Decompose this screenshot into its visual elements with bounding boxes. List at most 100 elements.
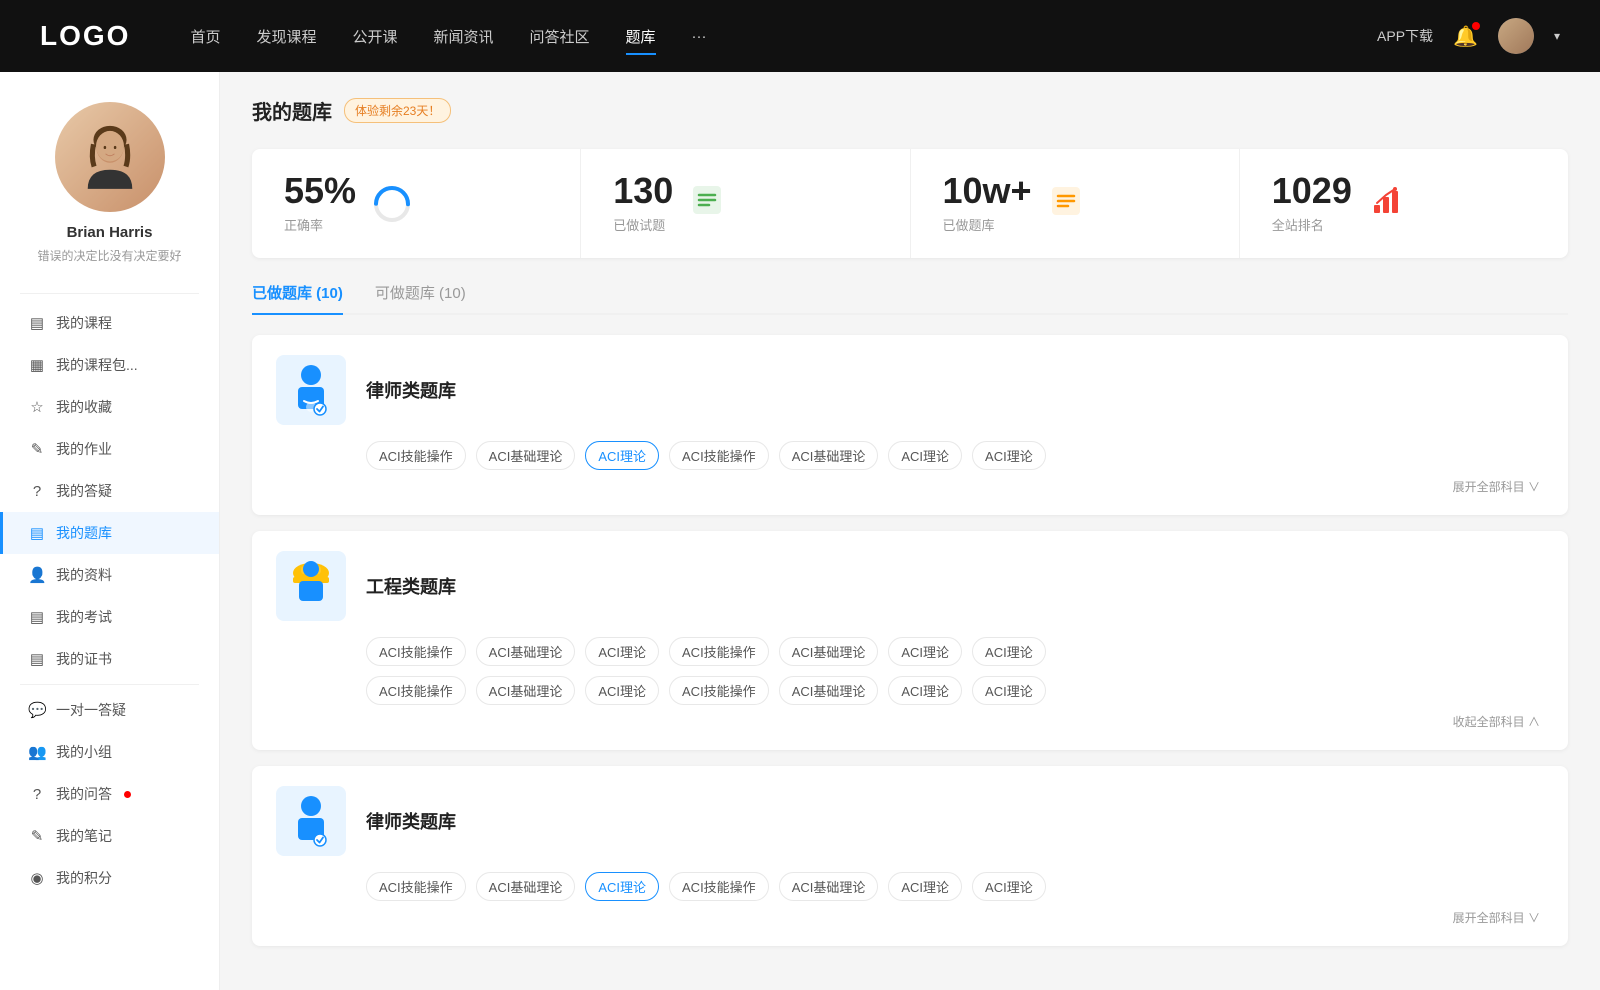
- tab-completed[interactable]: 已做题库 (10): [252, 282, 343, 313]
- tag-1-5[interactable]: ACI基础理论: [779, 441, 879, 470]
- sidebar-item-my-questions[interactable]: ? 我的答疑: [0, 470, 219, 512]
- profile-icon: 👤: [28, 566, 46, 584]
- sidebar-item-one-on-one[interactable]: 💬 一对一答疑: [0, 689, 219, 731]
- tag-2-9[interactable]: ACI基础理论: [476, 676, 576, 705]
- tag-1-2[interactable]: ACI基础理论: [476, 441, 576, 470]
- tag-2-1[interactable]: ACI技能操作: [366, 637, 466, 666]
- sidebar-item-my-exams[interactable]: ▤ 我的考试: [0, 596, 219, 638]
- notification-bell[interactable]: 🔔: [1453, 24, 1478, 49]
- qbank-card-1-title: 律师类题库: [366, 377, 456, 403]
- qbank-card-1-expand[interactable]: 展开全部科目 ∨: [276, 478, 1544, 495]
- profile-avatar: [55, 102, 165, 212]
- user-name: Brian Harris: [67, 224, 153, 241]
- tag-3-3[interactable]: ACI理论: [585, 872, 659, 901]
- nav-question-bank[interactable]: 题库: [626, 26, 656, 47]
- qbank-card-3-expand[interactable]: 展开全部科目 ∨: [276, 909, 1544, 926]
- banks-label: 已做题库: [943, 215, 1032, 234]
- sidebar-item-my-group[interactable]: 👥 我的小组: [0, 731, 219, 773]
- page-header: 我的题库 体验剩余23天！: [252, 96, 1568, 125]
- ranking-icon: [1368, 183, 1404, 224]
- nav-home[interactable]: 首页: [190, 26, 220, 47]
- tag-1-4[interactable]: ACI技能操作: [669, 441, 769, 470]
- qbank-card-2-icon: [276, 551, 346, 621]
- avatar-image: [1498, 18, 1534, 54]
- qbank-icon: ▤: [28, 524, 46, 542]
- tag-1-7[interactable]: ACI理论: [972, 441, 1046, 470]
- sidebar-item-my-qbank[interactable]: ▤ 我的题库: [0, 512, 219, 554]
- tag-3-4[interactable]: ACI技能操作: [669, 872, 769, 901]
- tag-2-12[interactable]: ACI基础理论: [779, 676, 879, 705]
- sidebar-item-my-courses[interactable]: ▤ 我的课程: [0, 302, 219, 344]
- navbar: LOGO 首页 发现课程 公开课 新闻资讯 问答社区 题库 ··· APP下载 …: [0, 0, 1600, 72]
- user-dropdown-arrow[interactable]: ▾: [1554, 29, 1560, 43]
- qbank-card-1-header: 律师类题库: [276, 355, 1544, 425]
- nav-qa[interactable]: 问答社区: [530, 26, 590, 47]
- tag-2-13[interactable]: ACI理论: [888, 676, 962, 705]
- tag-2-11[interactable]: ACI技能操作: [669, 676, 769, 705]
- tag-2-2[interactable]: ACI基础理论: [476, 637, 576, 666]
- avatar-svg: [75, 122, 145, 192]
- main-content: 我的题库 体验剩余23天！ 55% 正确率: [220, 72, 1600, 990]
- nav-discover[interactable]: 发现课程: [256, 26, 316, 47]
- logo[interactable]: LOGO: [40, 20, 130, 52]
- sidebar-item-my-homework[interactable]: ✎ 我的作业: [0, 428, 219, 470]
- sidebar-label-my-group: 我的小组: [56, 742, 112, 762]
- sidebar-item-my-packages[interactable]: ▦ 我的课程包...: [0, 344, 219, 386]
- stat-banks: 10w+ 已做题库: [911, 149, 1240, 258]
- sidebar-label-one-on-one: 一对一答疑: [56, 700, 126, 720]
- app-download-button[interactable]: APP下载: [1377, 26, 1433, 46]
- tag-2-5[interactable]: ACI基础理论: [779, 637, 879, 666]
- tag-3-2[interactable]: ACI基础理论: [476, 872, 576, 901]
- tag-1-6[interactable]: ACI理论: [888, 441, 962, 470]
- tag-2-8[interactable]: ACI技能操作: [366, 676, 466, 705]
- sidebar-item-my-certs[interactable]: ▤ 我的证书: [0, 638, 219, 680]
- sidebar-label-my-exams: 我的考试: [56, 607, 112, 627]
- tag-2-10[interactable]: ACI理论: [585, 676, 659, 705]
- sidebar-label-my-courses: 我的课程: [56, 313, 112, 333]
- sidebar-item-my-favorites[interactable]: ☆ 我的收藏: [0, 386, 219, 428]
- tag-2-14[interactable]: ACI理论: [972, 676, 1046, 705]
- tab-available[interactable]: 可做题库 (10): [375, 282, 466, 313]
- tag-3-7[interactable]: ACI理论: [972, 872, 1046, 901]
- lawyer-svg-1: [286, 363, 336, 418]
- sidebar-item-my-qa[interactable]: ? 我的问答: [0, 773, 219, 815]
- sidebar-menu: ▤ 我的课程 ▦ 我的课程包... ☆ 我的收藏 ✎ 我的作业 ? 我的答疑 ▤…: [0, 302, 219, 899]
- qbank-card-2-expand[interactable]: 收起全部科目 ∧: [276, 713, 1544, 730]
- tag-1-3[interactable]: ACI理论: [585, 441, 659, 470]
- tag-3-6[interactable]: ACI理论: [888, 872, 962, 901]
- nav-more[interactable]: ···: [692, 28, 707, 45]
- qa-icon: ?: [28, 786, 46, 803]
- homework-icon: ✎: [28, 440, 46, 458]
- avatar[interactable]: [1498, 18, 1534, 54]
- banks-icon: [1048, 183, 1084, 224]
- engineer-svg: [286, 559, 336, 614]
- qbank-card-3-title: 律师类题库: [366, 808, 456, 834]
- tag-2-4[interactable]: ACI技能操作: [669, 637, 769, 666]
- nav-news[interactable]: 新闻资讯: [434, 26, 494, 47]
- tag-1-1[interactable]: ACI技能操作: [366, 441, 466, 470]
- sidebar-label-my-homework: 我的作业: [56, 439, 112, 459]
- qbank-card-1: 律师类题库 ACI技能操作 ACI基础理论 ACI理论 ACI技能操作 ACI基…: [252, 335, 1568, 515]
- nav-open-course[interactable]: 公开课: [352, 26, 397, 47]
- trials-icon: [689, 182, 725, 225]
- sidebar-divider-1: [20, 293, 199, 294]
- tag-2-3[interactable]: ACI理论: [585, 637, 659, 666]
- qbank-card-1-tags: ACI技能操作 ACI基础理论 ACI理论 ACI技能操作 ACI基础理论 AC…: [276, 441, 1544, 470]
- tag-3-5[interactable]: ACI基础理论: [779, 872, 879, 901]
- qbank-card-2-header: 工程类题库: [276, 551, 1544, 621]
- navbar-right: APP下载 🔔 ▾: [1377, 18, 1560, 54]
- qa-notification-dot: [124, 791, 131, 798]
- group-icon: 👥: [28, 743, 46, 761]
- tag-2-7[interactable]: ACI理论: [972, 637, 1046, 666]
- trials-value: 130: [613, 173, 673, 209]
- tag-3-1[interactable]: ACI技能操作: [366, 872, 466, 901]
- sidebar-item-my-notes[interactable]: ✎ 我的笔记: [0, 815, 219, 857]
- sidebar-item-my-profile[interactable]: 👤 我的资料: [0, 554, 219, 596]
- tabs-row: 已做题库 (10) 可做题库 (10): [252, 282, 1568, 315]
- favorites-icon: ☆: [28, 398, 46, 416]
- user-motto: 错误的决定比没有决定要好: [37, 247, 181, 265]
- sidebar-label-my-profile: 我的资料: [56, 565, 112, 585]
- stat-ranking: 1029 全站排名: [1240, 149, 1568, 258]
- tag-2-6[interactable]: ACI理论: [888, 637, 962, 666]
- sidebar-item-my-points[interactable]: ◉ 我的积分: [0, 857, 219, 899]
